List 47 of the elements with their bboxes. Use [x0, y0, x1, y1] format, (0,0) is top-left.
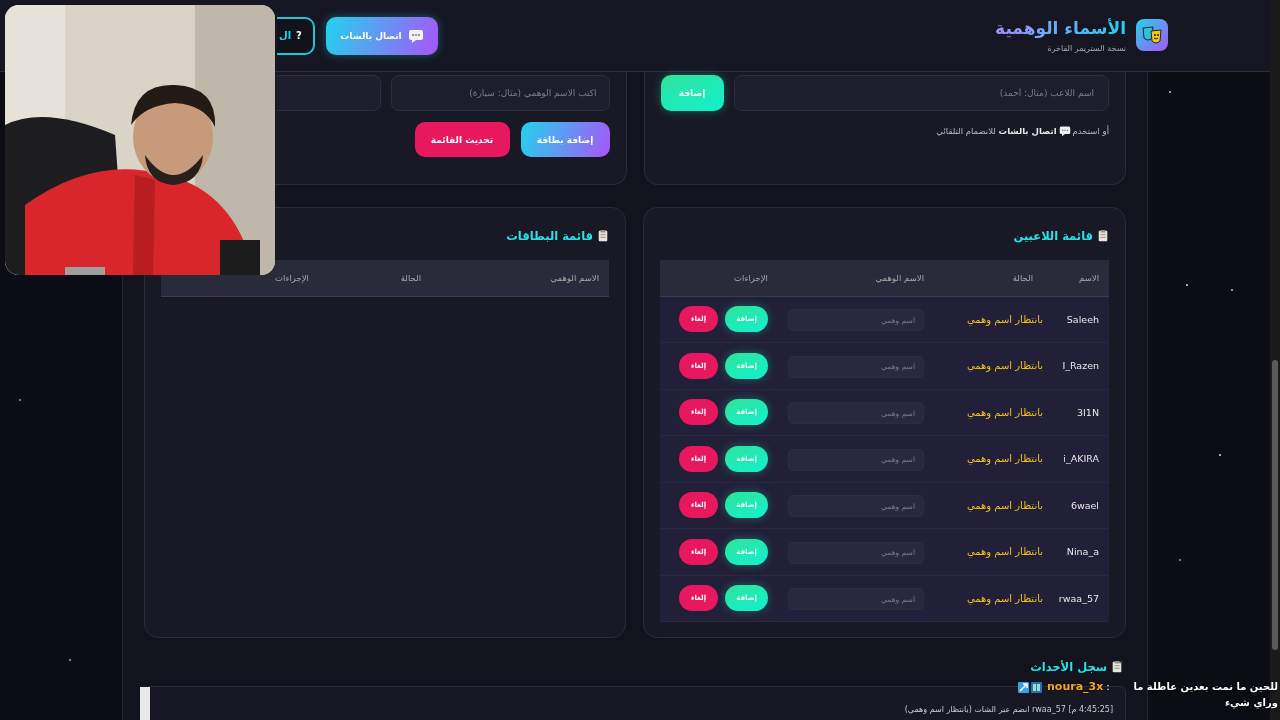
status-text: بانتظار اسم وهمي	[934, 296, 1043, 343]
memo-icon	[1111, 660, 1123, 674]
section-heading: سجل الأحداث	[1030, 660, 1107, 674]
column-header: الاسم الوهمي	[549, 273, 599, 283]
table-cell: rwaa_57	[1043, 575, 1109, 622]
hint-text: اتصال بالشات للانضمام التلقائي	[936, 125, 1057, 136]
card-heading: قائمة اللاعبين	[1013, 228, 1093, 243]
column-header: الاسم	[1043, 260, 1109, 296]
help-button[interactable]: ال ?	[277, 16, 315, 55]
badge-icon	[1031, 682, 1042, 693]
status-text: بانتظار اسم وهمي	[934, 482, 1043, 529]
badge-icon	[1018, 682, 1029, 693]
clipboard-icon	[1097, 228, 1109, 243]
card-heading: قائمة البطاقات	[506, 228, 593, 243]
column-header: الإجراءات	[275, 273, 309, 283]
status-text: بانتظار اسم وهمي	[934, 528, 1043, 575]
table-cell: Saleeh	[1043, 296, 1109, 343]
clipboard-icon	[597, 228, 609, 243]
log-entry: [4:45:25 م] rwaa_57 انضم عبر الشات (بانتظار اسم وهمي)	[904, 705, 1113, 714]
masks-icon	[1136, 19, 1168, 52]
app-title: الأسماء الوهمية	[995, 17, 1126, 39]
chat-connect-button[interactable]: اتصال بالشات	[326, 16, 438, 55]
hint-text: أو استخدم	[1072, 125, 1109, 136]
chat-icon	[1058, 125, 1071, 137]
column-header: الاسم الوهمي	[778, 260, 934, 296]
chat-icon	[407, 27, 424, 44]
column-header: الإجراءات	[660, 260, 778, 296]
scroll-bar[interactable]	[140, 687, 150, 720]
chat-username: noura_3x	[1047, 679, 1104, 695]
status-text: بانتظار اسم وهمي	[934, 435, 1043, 482]
fake-name-field[interactable]: اكتب الاسم الوهمي (مثال: سيارة)	[390, 75, 610, 111]
table-cell: 3I1N	[1043, 389, 1109, 436]
column-header: الحالة	[934, 260, 1043, 296]
input-field[interactable]	[276, 75, 381, 111]
status-text: بانتظار اسم وهمي	[934, 389, 1043, 436]
refresh-button[interactable]: تحديث القائمة	[414, 122, 510, 157]
status-text: بانتظار اسم وهمي	[934, 342, 1043, 389]
app-subtitle: نسخة الستريمر الفاخرة	[1046, 44, 1126, 54]
add-card-button[interactable]: إضافة بطاقة	[520, 122, 610, 157]
table-cell: i_AKIRA	[1043, 435, 1109, 482]
table-cell: I_Razen	[1043, 342, 1109, 389]
column-header: الحالة	[399, 273, 421, 283]
chat-separator: :	[1106, 679, 1111, 695]
table-cell: 6wael	[1043, 482, 1109, 529]
chat-message: للحين ما نمت بعدين عاطلة ما وراي شيء	[1132, 680, 1278, 711]
table-cell: Nina_a	[1043, 528, 1109, 575]
status-text: بانتظار اسم وهمي	[934, 575, 1043, 622]
